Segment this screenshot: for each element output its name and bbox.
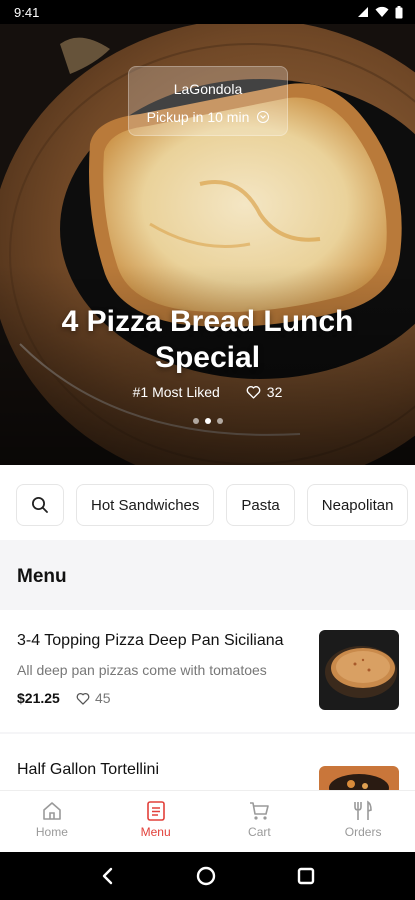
status-time: 9:41 xyxy=(14,4,40,20)
carousel-dot[interactable] xyxy=(216,418,223,424)
nav-orders[interactable]: Orders xyxy=(311,791,415,852)
menu-item-name: Half Gallon Tortellini xyxy=(17,761,159,778)
nav-home-label: Home xyxy=(35,825,68,839)
bottom-nav: Home Menu Cart Orders xyxy=(0,790,415,852)
category-chip-neapolitan[interactable]: Neapolitan xyxy=(306,484,409,526)
pickup-text: Pickup in 10 min xyxy=(146,109,250,125)
pickup-time-selector[interactable]: Pickup in 10 min xyxy=(129,109,287,125)
restaurant-name: LaGondola xyxy=(173,81,243,97)
battery-icon xyxy=(395,5,403,18)
hero-likes-count: 32 xyxy=(266,384,283,400)
heart-icon xyxy=(76,692,90,705)
menu-item-name: 3-4 Topping Pizza Deep Pan Siciliana xyxy=(17,632,284,649)
search-icon xyxy=(32,497,48,513)
wifi-icon xyxy=(375,6,389,17)
nav-menu-label: Menu xyxy=(140,825,171,839)
menu-item-likes[interactable]: 45 xyxy=(76,690,111,706)
carousel-dots xyxy=(0,418,415,424)
menu-item-image xyxy=(319,630,399,710)
nav-cart-label: Cart xyxy=(248,825,271,839)
menu-item[interactable]: Half Gallon Tortellini xyxy=(0,734,415,806)
nav-orders-label: Orders xyxy=(344,825,382,839)
home-circle-icon[interactable] xyxy=(196,866,216,886)
search-button[interactable] xyxy=(16,484,64,526)
menu-item-price: $21.25 xyxy=(17,690,60,706)
carousel-dot[interactable] xyxy=(192,418,199,424)
heart-icon xyxy=(246,386,261,399)
carousel-dot-active[interactable] xyxy=(204,418,211,424)
category-bar: Hot Sandwiches Pasta Neapolitan xyxy=(16,484,409,526)
hero-meta: #1 Most Liked 32 xyxy=(0,384,415,400)
pickup-card[interactable]: LaGondola Pickup in 10 min xyxy=(128,66,288,136)
hero-likes[interactable]: 32 xyxy=(246,384,283,400)
home-icon xyxy=(43,802,61,820)
menu-item-description: All deep pan pizzas come with tomatoes xyxy=(17,662,267,678)
hero-banner[interactable]: LaGondola Pickup in 10 min 4 Pizza Bread… xyxy=(0,24,415,465)
menu-item[interactable]: 3-4 Topping Pizza Deep Pan Siciliana All… xyxy=(0,610,415,732)
category-chip-pasta[interactable]: Pasta xyxy=(226,484,295,526)
menu-icon xyxy=(146,801,165,821)
menu-item-likes-count: 45 xyxy=(95,690,111,706)
nav-menu[interactable]: Menu xyxy=(104,791,208,852)
back-icon[interactable] xyxy=(100,867,116,885)
status-icons xyxy=(357,5,403,19)
orders-icon xyxy=(354,800,372,820)
recents-icon[interactable] xyxy=(297,867,315,885)
status-bar: 9:41 xyxy=(0,0,415,24)
nav-home[interactable]: Home xyxy=(0,791,104,852)
system-nav-bar xyxy=(0,852,415,900)
chevron-down-icon xyxy=(257,111,270,123)
nav-cart[interactable]: Cart xyxy=(208,791,312,852)
hero-title: 4 Pizza Bread Lunch Special xyxy=(61,305,354,374)
category-chip-hot-sandwiches[interactable]: Hot Sandwiches xyxy=(76,484,215,526)
most-liked-badge: #1 Most Liked xyxy=(132,384,220,400)
signal-icon xyxy=(358,7,368,17)
menu-section: Menu 3-4 Topping Pizza Deep Pan Sicilian… xyxy=(0,540,415,806)
menu-heading: Menu xyxy=(17,566,67,587)
cart-icon xyxy=(250,802,270,820)
